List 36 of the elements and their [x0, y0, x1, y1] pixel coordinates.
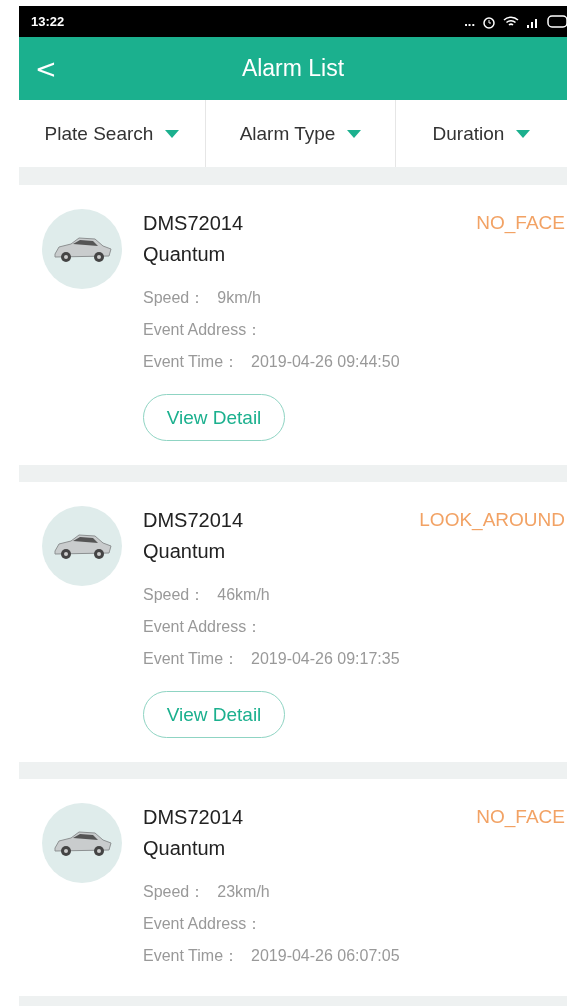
time-label: Event Time： — [143, 649, 240, 669]
speed-value: 23km/h — [217, 882, 270, 902]
speed-value: 9km/h — [217, 288, 261, 308]
alarm-type: NO_FACE — [476, 805, 565, 830]
car-icon — [51, 531, 113, 561]
vehicle-model: Quantum — [143, 539, 226, 564]
speed-label: Speed： — [143, 882, 206, 902]
dropdown-caret-icon — [516, 129, 531, 138]
clock-time: 13:22 — [31, 14, 65, 29]
speed-value: 46km/h — [217, 585, 270, 605]
time-label: Event Time： — [143, 946, 240, 966]
address-label: Event Address： — [143, 914, 263, 934]
alarm-type: LOOK_AROUND — [419, 508, 565, 533]
page-title: Alarm List — [241, 55, 345, 82]
more-indicator: ... — [464, 14, 475, 29]
plate-number: DMS72014 — [143, 805, 244, 830]
time-value: 2019-04-26 09:44:50 — [251, 352, 400, 372]
time-label: Event Time： — [143, 352, 240, 372]
plate-number: DMS72014 — [143, 508, 244, 533]
address-label: Event Address： — [143, 617, 263, 637]
speed-label: Speed： — [143, 585, 206, 605]
alarm-type: NO_FACE — [476, 211, 565, 236]
time-value: 2019-04-26 06:07:05 — [251, 946, 400, 966]
wifi-icon — [503, 15, 519, 28]
speed-label: Speed： — [143, 288, 206, 308]
address-label: Event Address： — [143, 320, 263, 340]
car-icon — [51, 234, 113, 264]
plate-number: DMS72014 — [143, 211, 244, 236]
vehicle-model: Quantum — [143, 242, 226, 267]
dropdown-caret-icon — [347, 129, 362, 138]
battery-icon — [547, 15, 567, 28]
vehicle-model: Quantum — [143, 836, 226, 861]
car-icon — [51, 828, 113, 858]
time-value: 2019-04-26 09:17:35 — [251, 649, 400, 669]
dropdown-caret-icon — [165, 129, 180, 138]
alarm-clock-icon — [482, 14, 496, 29]
